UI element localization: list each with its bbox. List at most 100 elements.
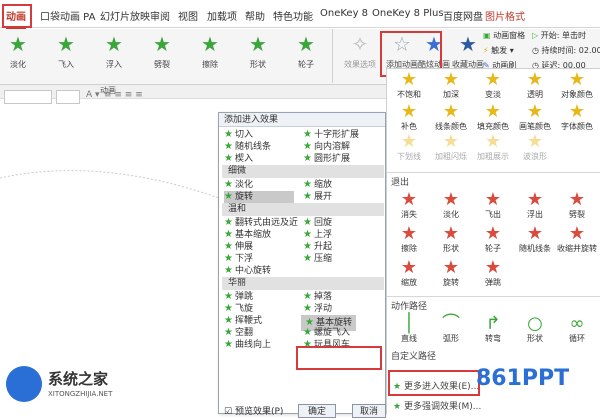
preview-checkbox[interactable]: ☑ 预览效果(P)	[224, 404, 283, 417]
gallery-effect[interactable]: ★ 消失	[389, 191, 429, 220]
effect-item[interactable]: ★ 弹跳	[224, 291, 253, 303]
tab-onekey8-plus[interactable]: OneKey 8 Plus	[372, 8, 444, 19]
motion-path-effect[interactable]: ↱ 转弯	[473, 315, 513, 344]
star-icon: ★	[526, 223, 544, 244]
font-size-select[interactable]	[56, 90, 80, 104]
gallery-effect[interactable]: ★ 加深	[431, 71, 471, 100]
star-icon: ★	[400, 223, 418, 244]
star-icon: ★	[224, 217, 233, 228]
gallery-effect[interactable]: ★ 劈裂	[557, 191, 597, 220]
effect-item[interactable]: ★ 浮动	[303, 303, 332, 315]
favorite-animation-button[interactable]: ★ 收藏动画	[448, 33, 488, 70]
effect-item[interactable]: ★ 随机线条	[224, 141, 271, 153]
effect-shape[interactable]: ★ 形状	[238, 33, 278, 70]
star-icon: ★	[224, 253, 233, 264]
effect-item[interactable]: ★ 缩放	[303, 179, 332, 191]
motion-path-effect[interactable]: ○ 形状	[515, 315, 555, 344]
effect-item[interactable]: ★ 展开	[303, 191, 332, 203]
gallery-effect[interactable]: ★ 轮子	[473, 225, 513, 254]
effect-item[interactable]: ★ 楔入	[224, 153, 253, 165]
start-select[interactable]: 单击时	[562, 31, 586, 40]
gallery-effect[interactable]: ★ 飞出	[473, 191, 513, 220]
gallery-effect[interactable]: ★ 对象颜色	[557, 71, 597, 100]
effect-item[interactable]: ★ 上浮	[303, 229, 332, 241]
tab-review[interactable]: 审阅	[150, 8, 170, 23]
gallery-effect[interactable]: ★ 加粗展示	[473, 133, 513, 162]
tab-help[interactable]: 帮助	[245, 8, 265, 23]
effect-item[interactable]: ★ 飞旋	[224, 303, 253, 315]
gallery-effect[interactable]: ★ 浮出	[515, 191, 555, 220]
effect-fly-in[interactable]: ★ 飞入	[46, 33, 86, 70]
gallery-effect[interactable]: ★ 不饱和	[389, 71, 429, 100]
motion-path-effect[interactable]: ⌒ 弧形	[431, 315, 471, 344]
star-icon: ★	[568, 101, 586, 122]
custom-path-item[interactable]: 自定义路径	[391, 349, 436, 362]
tab-baidu-netdisk[interactable]: 百度网盘	[443, 8, 483, 23]
effect-item[interactable]: ★ 回旋	[303, 217, 332, 229]
effect-item[interactable]: ★ 切入	[224, 129, 253, 141]
tab-features[interactable]: 特色功能	[273, 8, 313, 23]
gallery-effect[interactable]: ★ 字体颜色	[557, 103, 597, 132]
trigger-button[interactable]: ⚡ 触发 ▾	[483, 45, 514, 56]
effect-item[interactable]: ★ 中心旋转	[224, 265, 271, 277]
effect-options-button[interactable]: ✧ 效果选项	[340, 33, 380, 70]
gallery-effect[interactable]: ★ 画笔颜色	[515, 103, 555, 132]
tab-view[interactable]: 视图	[178, 8, 198, 23]
gallery-effect[interactable]: ★ 随机线条	[515, 225, 555, 254]
effect-item[interactable]: ★ 挥鞭式	[224, 315, 262, 327]
gallery-effect[interactable]: ★ 波浪形	[515, 133, 555, 162]
effect-item[interactable]: ★ 掉落	[303, 291, 332, 303]
star-icon: ★	[442, 189, 460, 210]
gallery-effect[interactable]: ★ 形状	[431, 225, 471, 254]
effect-item[interactable]: ★ 曲线向上	[224, 339, 271, 351]
effect-item[interactable]: ★ 旋转	[224, 191, 294, 203]
effect-item[interactable]: ★ 向内溶解	[303, 141, 350, 153]
tab-onekey8[interactable]: OneKey 8	[320, 8, 368, 19]
font-select[interactable]	[4, 90, 52, 104]
motion-path-effect[interactable]: │ 直线	[389, 315, 429, 344]
gallery-effect[interactable]: ★ 加粗闪烁	[431, 133, 471, 162]
effect-item[interactable]: ★ 淡化	[224, 179, 253, 191]
effect-item[interactable]: ★ 空翻	[224, 327, 253, 339]
ok-button[interactable]: 确定	[298, 404, 336, 418]
gallery-effect[interactable]: ★ 变淡	[473, 71, 513, 100]
gallery-effect[interactable]: ★ 收缩并旋转	[557, 225, 597, 254]
effect-item[interactable]: ★ 升起	[303, 241, 332, 253]
effect-item[interactable]: ★ 圆形扩展	[303, 153, 350, 165]
duration-input[interactable]: 02.00	[579, 46, 600, 55]
effect-split[interactable]: ★ 劈裂	[142, 33, 182, 70]
font-color-button[interactable]: A ▾	[86, 90, 100, 100]
cancel-button[interactable]: 取消	[352, 404, 386, 418]
tab-pocket-animation[interactable]: 口袋动画 PA	[40, 8, 95, 23]
effect-item[interactable]: ★ 下浮	[224, 253, 253, 265]
gallery-effect[interactable]: ★ 透明	[515, 71, 555, 100]
effect-item[interactable]: ★ 压缩	[303, 253, 332, 265]
gallery-effect[interactable]: ★ 填充颜色	[473, 103, 513, 132]
effect-item[interactable]: ★ 翻转式由远及近	[224, 217, 298, 229]
more-emphasis-effects-item[interactable]: ★ 更多强调效果(M)...	[393, 399, 481, 412]
effect-category-header: 温和	[222, 203, 384, 216]
gallery-effect[interactable]: ★ 擦除	[389, 225, 429, 254]
effect-float-in[interactable]: ★ 浮入	[94, 33, 134, 70]
gallery-effect[interactable]: ★ 线条颜色	[431, 103, 471, 132]
tab-picture-format[interactable]: 图片格式	[485, 8, 525, 23]
gallery-effect[interactable]: ★ 弹跳	[473, 259, 513, 288]
effect-wipe[interactable]: ★ 擦除	[190, 33, 230, 70]
animation-pane-button[interactable]: ▣ 动画窗格	[483, 30, 525, 41]
tab-addins[interactable]: 加载项	[207, 8, 237, 23]
effect-item[interactable]: ★ 基本缩放	[224, 229, 271, 241]
gallery-effect[interactable]: ★ 补色	[389, 103, 429, 132]
effect-item[interactable]: ★ 螺旋飞入	[303, 327, 350, 339]
gallery-effect[interactable]: ★ 缩放	[389, 259, 429, 288]
gallery-effect[interactable]: ★ 旋转	[431, 259, 471, 288]
effect-item[interactable]: ★ 伸展	[224, 241, 253, 253]
motion-path-effect[interactable]: ∞ 循环	[557, 315, 597, 344]
effect-item[interactable]: ★ 十字形扩展	[303, 129, 359, 141]
effect-wheel[interactable]: ★ 轮子	[286, 33, 326, 70]
star-icon: ★	[568, 189, 586, 210]
gallery-effect[interactable]: ★ 下划线	[389, 133, 429, 162]
effect-fade[interactable]: ★ 淡化	[0, 33, 38, 70]
gallery-effect[interactable]: ★ 淡化	[431, 191, 471, 220]
tab-slideshow[interactable]: 幻灯片放映	[100, 8, 150, 23]
align-buttons[interactable]: ≡ ≡ ≡ ≡	[104, 90, 143, 100]
